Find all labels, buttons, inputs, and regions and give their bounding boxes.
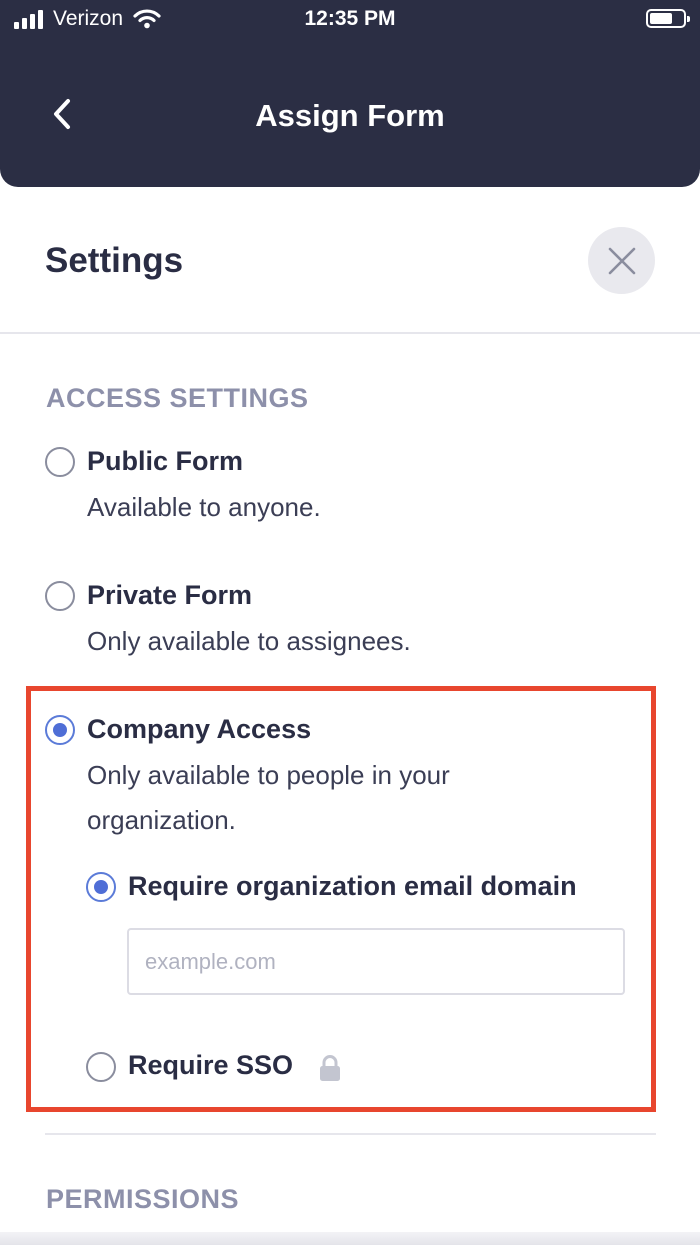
sheet-title: Settings: [45, 241, 184, 280]
nav-bar: Assign Form: [0, 40, 700, 187]
close-button[interactable]: [588, 227, 655, 294]
status-bar: Verizon 12:35 PM: [0, 0, 700, 40]
company-access-radio[interactable]: [45, 715, 75, 745]
private-form-label: Private Form: [87, 580, 253, 610]
public-form-radio[interactable]: [45, 447, 75, 477]
public-form-description: Available to anyone.: [87, 492, 321, 522]
email-domain-input[interactable]: [127, 928, 625, 995]
company-access-description-line1: Only available to people in your: [87, 760, 450, 790]
company-access-label: Company Access: [87, 714, 312, 744]
bottom-edge: [0, 1232, 700, 1245]
divider: [45, 1133, 656, 1135]
email-domain-radio[interactable]: [86, 872, 116, 902]
battery-icon: [646, 9, 690, 28]
page-title: Assign Form: [255, 98, 445, 133]
lock-icon: [320, 1055, 340, 1081]
permissions-heading: PERMISSIONS: [46, 1184, 240, 1214]
close-icon: [608, 247, 635, 274]
email-domain-label: Require organization email domain: [128, 871, 577, 901]
sso-label: Require SSO: [128, 1050, 294, 1080]
access-settings-heading: ACCESS SETTINGS: [46, 383, 309, 413]
private-form-radio[interactable]: [45, 581, 75, 611]
private-form-description: Only available to assignees.: [87, 626, 411, 656]
status-time: 12:35 PM: [304, 7, 396, 30]
sheet-header: Settings: [0, 187, 700, 334]
company-access-description-line2: organization.: [87, 805, 236, 835]
sso-radio[interactable]: [86, 1052, 116, 1082]
public-form-label: Public Form: [87, 446, 244, 476]
